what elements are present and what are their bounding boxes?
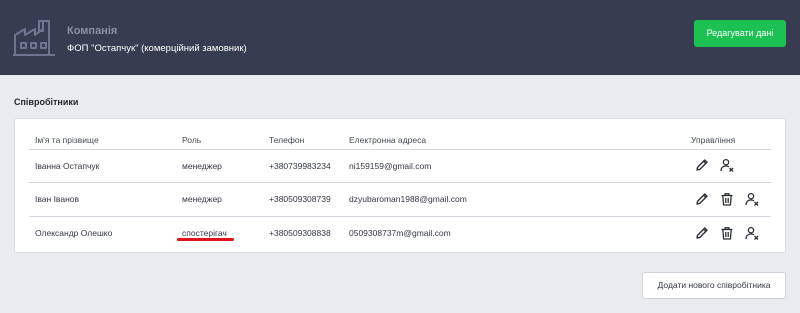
section-title: Співробітники [14,97,79,107]
add-employee-button[interactable]: Додати нового співробітника [642,272,786,299]
employee-role: спостерігач [182,228,227,238]
employee-name: Олександр Олешко [35,228,113,238]
edit-icon[interactable] [695,226,709,240]
row-divider [29,182,771,183]
edit-company-button[interactable]: Редагувати дані [694,20,786,47]
edit-icon[interactable] [695,192,709,206]
employee-email: 0509308737m@gmail.com [349,228,451,238]
employee-phone: +380739983234 [269,161,331,171]
column-header-name: Ім'я та прізвище [35,135,99,145]
employee-phone: +380509308739 [269,194,331,204]
employee-email: dzyubaroman1988@gmail.com [349,194,467,204]
column-header-actions: Управління [691,135,736,145]
row-divider [29,149,771,150]
employee-name: Іванна Остапчук [35,161,100,171]
column-header-email: Електронна адреса [349,135,427,145]
employee-email: ni159159@gmail.com [349,161,432,171]
company-header: Компанія ФОП "Остапчук" (комерційний зам… [0,0,800,75]
employee-phone: +380509308838 [269,228,331,238]
employee-role: менеджер [182,194,222,204]
employee-role: менеджер [182,161,222,171]
remove-user-icon[interactable] [720,158,734,172]
column-header-phone: Телефон [269,135,305,145]
annotation-underline [177,238,234,241]
trash-icon[interactable] [720,226,734,240]
factory-icon [13,17,55,57]
remove-user-icon[interactable] [745,226,759,240]
employee-name: Іван Іванов [35,194,80,204]
trash-icon[interactable] [720,192,734,206]
company-subtitle: ФОП "Остапчук" (комерційний замовник) [67,43,247,54]
row-divider [29,216,771,217]
remove-user-icon[interactable] [745,192,759,206]
column-header-role: Роль [182,135,202,145]
edit-icon[interactable] [695,158,709,172]
company-title: Компанія [67,25,118,37]
